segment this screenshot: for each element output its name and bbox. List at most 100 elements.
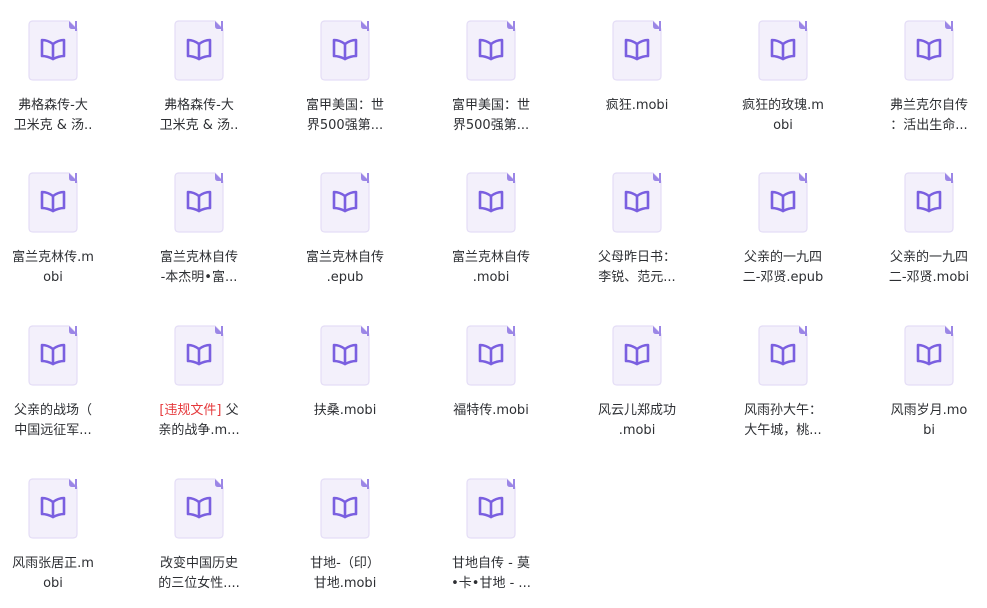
- file-item[interactable]: 父亲的战场（ 中国远征军...: [0, 305, 126, 445]
- file-name-text: 父亲的一九四: [743, 250, 822, 265]
- file-item[interactable]: 风云儿郑成功 .mobi: [564, 305, 710, 445]
- file-name-line-1: 改变中国历史: [134, 554, 264, 574]
- file-name-text: 富甲美国：世: [305, 98, 384, 113]
- file-name: 父亲的一九四 二-邓贤.mobi: [864, 248, 987, 288]
- file-name-line-2: 二-邓贤.mobi: [888, 270, 970, 285]
- file-item[interactable]: 扶桑.mobi: [272, 305, 418, 445]
- file-name-line-1: 弗格森传-大: [134, 96, 264, 116]
- file-name-line-2: 界500强第...: [306, 118, 384, 133]
- file-item[interactable]: 弗格森传-大 卫米克 & 汤..: [0, 0, 126, 140]
- file-name-line-2: .mobi: [472, 270, 510, 285]
- file-item[interactable]: 弗兰克尔自传 ：活出生命...: [856, 0, 987, 140]
- file-name: 富甲美国：世 界500强第...: [426, 96, 556, 136]
- file-name: 疯狂.mobi: [572, 96, 702, 116]
- file-name-line-2: 界500强第...: [452, 118, 530, 133]
- file-name: 风雨孙大午： 大午城，桃...: [718, 401, 848, 441]
- file-item[interactable]: 风雨张居正.m obi: [0, 458, 126, 598]
- ebook-file-icon: [28, 172, 78, 233]
- file-name: 弗格森传-大 卫米克 & 汤..: [0, 96, 118, 136]
- file-item[interactable]: 富兰克林传.m obi: [0, 152, 126, 292]
- file-name-line-2: -本杰明•富...: [160, 270, 238, 285]
- ebook-file-icon: [758, 20, 808, 81]
- file-name-text: 富甲美国：世: [451, 98, 530, 113]
- file-name-line-1: 疯狂的玫瑰.m: [718, 96, 848, 116]
- file-name-line-1: 父亲的战场（: [0, 401, 118, 421]
- file-name-line-2: 卫米克 & 汤..: [13, 118, 93, 133]
- file-name-line-1: 风雨孙大午：: [718, 401, 848, 421]
- file-item[interactable]: 甘地-（印） 甘地.mobi: [272, 458, 418, 598]
- file-name-line-2: 甘地.mobi: [313, 576, 377, 591]
- ebook-file-icon: [466, 478, 516, 539]
- file-name: 弗格森传-大 卫米克 & 汤..: [134, 96, 264, 136]
- ebook-file-icon: [174, 20, 224, 81]
- file-name: 风云儿郑成功 .mobi: [572, 401, 702, 441]
- file-item[interactable]: 改变中国历史 的三位女性....: [126, 458, 272, 598]
- file-name-line-2: •卡•甘地 - ...: [451, 576, 531, 591]
- file-item[interactable]: 福特传.mobi: [418, 305, 564, 445]
- file-item[interactable]: 弗格森传-大 卫米克 & 汤..: [126, 0, 272, 140]
- file-name: 福特传.mobi: [426, 401, 556, 421]
- ebook-file-icon: [466, 325, 516, 386]
- file-name-line-1: 疯狂.mobi: [572, 96, 702, 116]
- file-name-line-2: bi: [923, 423, 935, 438]
- file-name-line-1: 富甲美国：世: [280, 96, 410, 116]
- file-name-line-1: 富兰克林自传: [426, 248, 556, 268]
- file-name-text: 风云儿郑成功: [597, 403, 676, 418]
- file-name: 疯狂的玫瑰.m obi: [718, 96, 848, 136]
- file-name: 富兰克林自传 .mobi: [426, 248, 556, 288]
- file-grid: 弗格森传-大 卫米克 & 汤.. 弗格森传-大 卫米克 & 汤.. 富甲美国：世 界500…: [0, 0, 987, 608]
- file-name-line-1: 父亲的一九四: [718, 248, 848, 268]
- file-name-text: 风雨孙大午：: [743, 403, 822, 418]
- ebook-file-icon: [174, 325, 224, 386]
- file-name-text: 弗格森传-大: [18, 98, 88, 113]
- ebook-file-icon: [612, 20, 662, 81]
- file-name: 富兰克林自传 .epub: [280, 248, 410, 288]
- file-name: 父母昨日书： 李锐、范元...: [572, 248, 702, 288]
- file-name-text: 富兰克林自传: [451, 250, 530, 265]
- file-item[interactable]: 父母昨日书： 李锐、范元...: [564, 152, 710, 292]
- file-item[interactable]: 富甲美国：世 界500强第...: [418, 0, 564, 140]
- file-name-line-1: [违规文件] 父: [134, 401, 264, 421]
- file-name-text: 福特传.mobi: [453, 403, 529, 418]
- file-name-line-2: 中国远征军...: [14, 423, 92, 438]
- file-name: 甘地-（印） 甘地.mobi: [280, 554, 410, 594]
- ebook-file-icon: [904, 20, 954, 81]
- file-name-line-2: ：活出生命...: [890, 118, 968, 133]
- ebook-file-icon: [320, 20, 370, 81]
- file-name: 弗兰克尔自传 ：活出生命...: [864, 96, 987, 136]
- file-name: 风雨岁月.mo bi: [864, 401, 987, 441]
- file-name-line-2: .epub: [326, 270, 364, 285]
- file-name-text: 父亲的战场（: [13, 403, 92, 418]
- file-item[interactable]: 风雨孙大午： 大午城，桃...: [710, 305, 856, 445]
- file-name: 风雨张居正.m obi: [0, 554, 118, 594]
- ebook-file-icon: [174, 172, 224, 233]
- file-item[interactable]: 富兰克林自传 -本杰明•富...: [126, 152, 272, 292]
- file-item[interactable]: 富甲美国：世 界500强第...: [272, 0, 418, 140]
- file-name-line-1: 富兰克林自传: [280, 248, 410, 268]
- file-name-text: 甘地自传 - 莫: [452, 556, 530, 571]
- file-name-text: 富兰克林传.m: [12, 250, 94, 265]
- file-item[interactable]: 父亲的一九四 二-邓贤.epub: [710, 152, 856, 292]
- ebook-file-icon: [28, 20, 78, 81]
- file-item[interactable]: 父亲的一九四 二-邓贤.mobi: [856, 152, 987, 292]
- ebook-file-icon: [612, 172, 662, 233]
- file-name-line-2: .mobi: [618, 423, 656, 438]
- file-name-line-2: 大午城，桃...: [744, 423, 822, 438]
- file-name-line-1: 富兰克林传.m: [0, 248, 118, 268]
- file-name-line-2: obi: [43, 576, 63, 591]
- file-name-line-1: 弗兰克尔自传: [864, 96, 987, 116]
- file-item[interactable]: 富兰克林自传 .mobi: [418, 152, 564, 292]
- ebook-file-icon: [320, 325, 370, 386]
- file-item[interactable]: 风雨岁月.mo bi: [856, 305, 987, 445]
- file-name-line-2: obi: [43, 270, 63, 285]
- file-item[interactable]: 富兰克林自传 .epub: [272, 152, 418, 292]
- file-name-line-2: 李锐、范元...: [598, 270, 676, 285]
- file-name: 改变中国历史 的三位女性....: [134, 554, 264, 594]
- file-item[interactable]: 疯狂.mobi: [564, 0, 710, 140]
- file-name: 甘地自传 - 莫 •卡•甘地 - ...: [426, 554, 556, 594]
- file-name: 扶桑.mobi: [280, 401, 410, 421]
- file-item[interactable]: 甘地自传 - 莫 •卡•甘地 - ...: [418, 458, 564, 598]
- file-name-text: 父亲的一九四: [889, 250, 968, 265]
- file-item[interactable]: 疯狂的玫瑰.m obi: [710, 0, 856, 140]
- file-item[interactable]: [违规文件] 父亲的战争.m...: [126, 305, 272, 445]
